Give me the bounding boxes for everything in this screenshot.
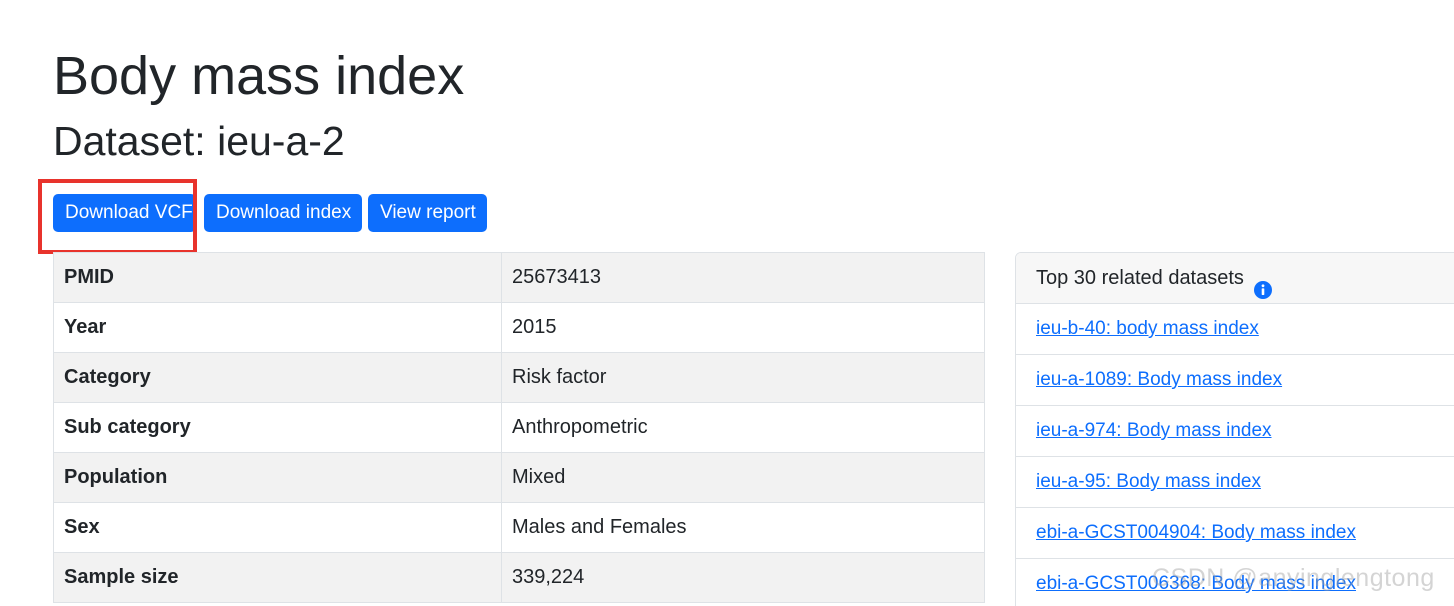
dataset-subtitle: Dataset: ieu-a-2 (53, 118, 345, 164)
row-key-category: Category (53, 352, 502, 403)
row-value-year: 2015 (501, 302, 985, 353)
table-row: Year 2015 (53, 302, 985, 353)
info-circle-icon[interactable] (1254, 268, 1273, 299)
table-row: Sex Males and Females (53, 502, 985, 553)
list-item: ieu-b-40: body mass index (1016, 304, 1454, 355)
related-dataset-link[interactable]: ieu-a-1089: Body mass index (1036, 369, 1282, 390)
related-datasets-header: Top 30 related datasets (1016, 253, 1454, 304)
table-row: Sample size 339,224 (53, 552, 985, 603)
list-item: ieu-a-974: Body mass index (1016, 406, 1454, 457)
row-value-sub-category: Anthropometric (501, 402, 985, 453)
row-value-sample-size: 339,224 (501, 552, 985, 603)
annotation-highlight-box (38, 179, 197, 254)
watermark-text: CSDN @anyinglengtong (1152, 564, 1435, 592)
row-value-sex: Males and Females (501, 502, 985, 553)
row-key-sex: Sex (53, 502, 502, 553)
related-dataset-link[interactable]: ieu-a-974: Body mass index (1036, 420, 1272, 441)
table-row: Category Risk factor (53, 352, 985, 403)
row-key-sample-size: Sample size (53, 552, 502, 603)
list-item: ieu-a-1089: Body mass index (1016, 355, 1454, 406)
list-item: ebi-a-GCST004904: Body mass index (1016, 508, 1454, 559)
row-key-population: Population (53, 452, 502, 503)
table-row: Population Mixed (53, 452, 985, 503)
table-row: Sub category Anthropometric (53, 402, 985, 453)
download-index-button[interactable]: Download index (204, 194, 362, 232)
table-row: PMID 25673413 (53, 252, 985, 303)
row-key-sub-category: Sub category (53, 402, 502, 453)
related-dataset-link[interactable]: ieu-a-95: Body mass index (1036, 471, 1261, 492)
page-title: Body mass index (53, 46, 465, 106)
related-dataset-link[interactable]: ieu-b-40: body mass index (1036, 318, 1259, 339)
related-datasets-title: Top 30 related datasets (1036, 267, 1244, 289)
view-report-button[interactable]: View report (368, 194, 487, 232)
row-value-population: Mixed (501, 452, 985, 503)
list-item: ieu-a-95: Body mass index (1016, 457, 1454, 508)
dataset-metadata-table: PMID 25673413 Year 2015 Category Risk fa… (53, 252, 985, 603)
related-datasets-card: Top 30 related datasets ieu-b-40: body m… (1015, 252, 1454, 606)
row-value-pmid: 25673413 (501, 252, 985, 303)
related-datasets-list: ieu-b-40: body mass index ieu-a-1089: Bo… (1016, 304, 1454, 606)
row-key-pmid: PMID (53, 252, 502, 303)
page: Body mass index Dataset: ieu-a-2 Downloa… (0, 0, 1454, 606)
row-key-year: Year (53, 302, 502, 353)
related-dataset-link[interactable]: ebi-a-GCST004904: Body mass index (1036, 522, 1356, 543)
row-value-category: Risk factor (501, 352, 985, 403)
